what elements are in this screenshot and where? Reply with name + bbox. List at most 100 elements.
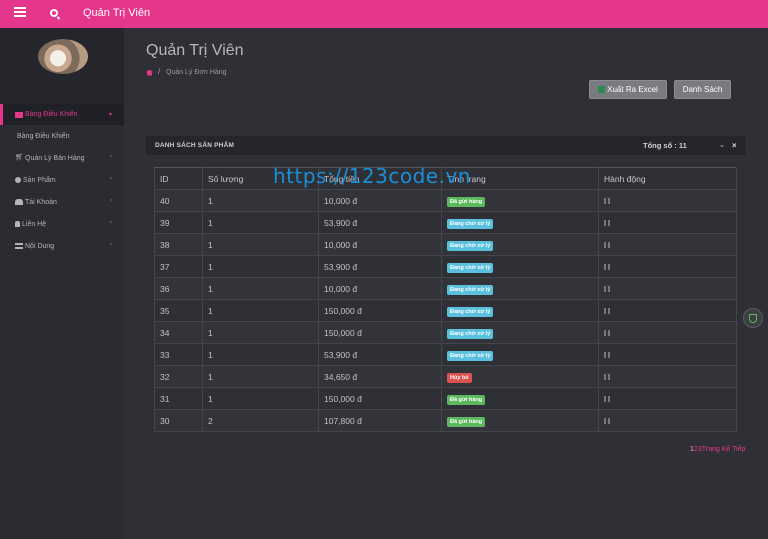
cell-actions	[598, 233, 737, 256]
cell-quantity: 2	[202, 409, 319, 432]
home-icon[interactable]	[146, 69, 153, 76]
action-icon[interactable]	[604, 219, 610, 226]
watermark: https://123code.vn	[273, 164, 471, 188]
sidebar-subitem-label: Bảng Điều Khiển	[17, 132, 70, 140]
list-button[interactable]: Danh Sách	[674, 80, 731, 99]
action-icon[interactable]	[604, 307, 610, 314]
profile-area	[0, 28, 124, 104]
pagination: 1 2 3 Trang Kế Tiếp	[690, 446, 745, 453]
action-icon[interactable]	[604, 197, 610, 204]
cell-status: Đang chờ xử lý	[441, 277, 599, 300]
total-count: Tổng số : 11	[643, 141, 687, 150]
sidebar-item-label: Tài Khoản	[25, 198, 57, 206]
excel-icon	[598, 86, 606, 93]
export-excel-button[interactable]: Xuất Ra Excel	[589, 80, 667, 99]
cell-actions	[598, 343, 737, 366]
action-icon[interactable]	[604, 263, 610, 270]
floating-shield-button[interactable]	[743, 308, 763, 328]
cell-id: 39	[154, 211, 203, 234]
hamburger-menu-icon[interactable]	[14, 7, 26, 17]
chevron-down-icon: ▾	[108, 112, 112, 118]
cell-quantity: 1	[202, 365, 319, 388]
cell-actions	[598, 211, 737, 234]
cell-id: 40	[154, 189, 203, 212]
breadcrumb-current: Quản Lý Đơn Hàng	[165, 69, 227, 76]
main-content: Quản Trị Viên / Quản Lý Đơn Hàng Xuất Ra…	[124, 28, 768, 539]
sidebar-subitem-dashboard[interactable]: Bảng Điều Khiển	[0, 125, 124, 147]
cell-total: 10,000 đ	[318, 189, 442, 212]
dashboard-icon	[15, 111, 23, 118]
cell-total: 53,900 đ	[318, 255, 442, 278]
sidebar-item-label: Liên Hệ	[22, 220, 47, 228]
content-icon	[15, 243, 23, 249]
sidebar-item-label: Quản Lý Bán Hàng	[25, 154, 85, 162]
sidebar-item-accounts[interactable]: Tài Khoản ‹	[0, 191, 124, 213]
search-icon[interactable]	[50, 9, 58, 17]
sidebar-item-dashboard[interactable]: Bảng Điều Khiển ▾	[0, 104, 124, 125]
cell-actions	[598, 365, 737, 388]
cell-quantity: 1	[202, 299, 319, 322]
table-row: 38 1 10,000 đ Đang chờ xử lý	[154, 233, 737, 256]
status-badge: Đã gửi hàng	[447, 416, 486, 427]
cell-actions	[598, 387, 737, 410]
action-icon[interactable]	[604, 395, 610, 402]
action-icon[interactable]	[604, 241, 610, 248]
sidebar-item-products[interactable]: Sản Phẩm ‹	[0, 169, 124, 191]
table-row: 36 1 10,000 đ Đang chờ xử lý	[154, 277, 737, 300]
brand-title[interactable]: Quản Trị Viên	[83, 7, 150, 19]
status-badge: Hủy bỏ	[447, 372, 472, 383]
cell-total: 150,000 đ	[318, 299, 442, 322]
action-icon[interactable]	[604, 285, 610, 292]
sidebar: Bảng Điều Khiển ▾ Bảng Điều Khiển 🛒︎ Quả…	[0, 28, 124, 539]
cell-id: 37	[154, 255, 203, 278]
cell-quantity: 1	[202, 233, 319, 256]
cell-total: 107,800 đ	[318, 409, 442, 432]
next-page-link[interactable]: Trang Kế Tiếp	[702, 446, 746, 453]
status-badge: Đang chờ xử lý	[447, 284, 494, 295]
cell-total: 150,000 đ	[318, 321, 442, 344]
table-row: 39 1 53,900 đ Đang chờ xử lý	[154, 211, 737, 234]
table-row: 31 1 150,000 đ Đã gửi hàng	[154, 387, 737, 410]
sidebar-item-sales[interactable]: 🛒︎ Quản Lý Bán Hàng ‹	[0, 147, 124, 169]
status-badge: Đã gửi hàng	[447, 196, 486, 207]
cell-status: Đã gửi hàng	[441, 387, 599, 410]
cell-total: 10,000 đ	[318, 233, 442, 256]
table-row: 40 1 10,000 đ Đã gửi hàng	[154, 189, 737, 212]
status-badge: Đang chờ xử lý	[447, 262, 494, 273]
product-icon	[15, 177, 21, 183]
status-badge: Đang chờ xử lý	[447, 350, 494, 361]
table-row: 37 1 53,900 đ Đang chờ xử lý	[154, 255, 737, 278]
action-icon[interactable]	[604, 351, 610, 358]
header-id[interactable]: ID	[154, 167, 203, 190]
cell-id: 36	[154, 277, 203, 300]
users-icon	[15, 199, 23, 205]
cell-quantity: 1	[202, 211, 319, 234]
cell-actions	[598, 321, 737, 344]
panel-title: DANH SÁCH SẢN PHẨM	[155, 142, 235, 149]
panel-header: DANH SÁCH SẢN PHẨM Tổng số : 11 ⌄ ×	[146, 136, 746, 155]
action-icon[interactable]	[604, 417, 610, 424]
cell-quantity: 1	[202, 189, 319, 212]
status-badge: Đã gửi hàng	[447, 394, 486, 405]
action-icon[interactable]	[604, 329, 610, 336]
sidebar-item-content[interactable]: Nội Dung ‹	[0, 235, 124, 257]
cell-status: Đang chờ xử lý	[441, 211, 599, 234]
list-button-label: Danh Sách	[682, 85, 723, 94]
action-icon[interactable]	[604, 373, 610, 380]
avatar[interactable]	[38, 39, 88, 74]
cell-status: Đang chờ xử lý	[441, 233, 599, 256]
cell-total: 53,900 đ	[318, 343, 442, 366]
status-badge: Đang chờ xử lý	[447, 306, 494, 317]
cell-actions	[598, 409, 737, 432]
cell-actions	[598, 255, 737, 278]
chevron-left-icon: ‹	[110, 242, 112, 248]
cell-quantity: 1	[202, 255, 319, 278]
breadcrumb: / Quản Lý Đơn Hàng	[146, 69, 227, 76]
status-badge: Đang chờ xử lý	[447, 328, 494, 339]
chevron-left-icon: ‹	[110, 154, 112, 160]
page-title: Quản Trị Viên	[146, 42, 244, 59]
close-icon[interactable]: ×	[732, 141, 737, 150]
sidebar-item-contact[interactable]: Liên Hệ ‹	[0, 213, 124, 235]
cell-quantity: 1	[202, 321, 319, 344]
collapse-chevron-icon[interactable]: ⌄	[719, 141, 725, 149]
